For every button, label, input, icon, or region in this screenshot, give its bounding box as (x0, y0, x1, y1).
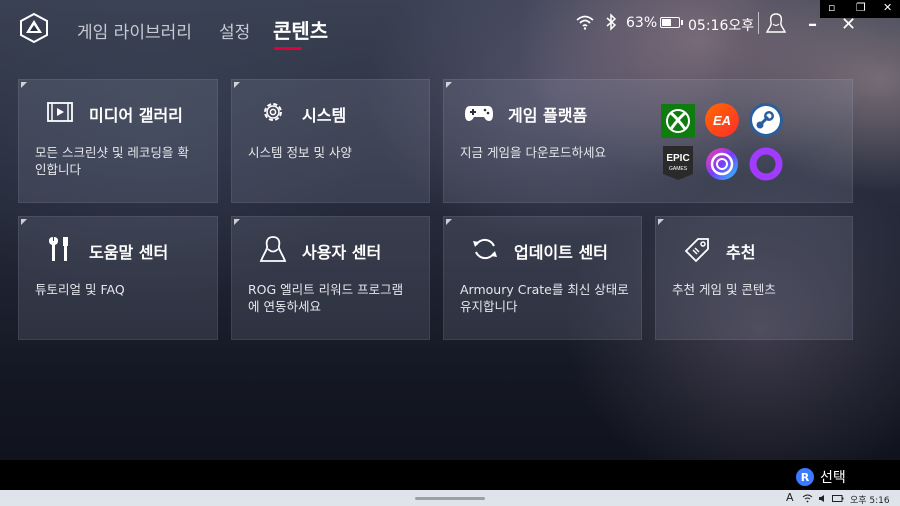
armoury-crate-logo[interactable] (18, 12, 50, 44)
user-center-icon (259, 236, 287, 262)
gamepad-icon (465, 106, 493, 121)
wifi-icon (576, 15, 594, 30)
bottom-hint-bar (0, 460, 900, 490)
small-close-button[interactable]: ✕ (883, 1, 892, 14)
active-tab-indicator (274, 47, 302, 50)
card-description: 튜토리얼 및 FAQ (35, 282, 125, 297)
xbox-icon[interactable] (661, 104, 695, 138)
tag-icon (684, 238, 709, 263)
epic-games-icon[interactable]: EPIC GAMES (661, 146, 695, 180)
svg-text:EA: EA (713, 113, 731, 128)
refresh-icon (473, 238, 497, 260)
ubisoft-icon[interactable] (705, 147, 739, 181)
user-avatar-icon[interactable] (765, 12, 787, 34)
card-title: 추천 (726, 243, 756, 262)
battery-icon (660, 17, 683, 28)
media-gallery-icon (47, 102, 73, 122)
select-label: 선택 (820, 470, 846, 486)
card-title: 도움말 센터 (89, 243, 169, 262)
taskbar-wifi-icon[interactable] (802, 494, 813, 503)
card-description: 지금 게임을 다운로드하세요 (460, 145, 606, 160)
small-restore-button[interactable]: ❐ (856, 1, 866, 14)
card-corner (446, 82, 452, 88)
steam-icon[interactable] (749, 103, 783, 137)
card-title: 업데이트 센터 (514, 243, 608, 262)
gear-icon (264, 103, 282, 121)
top-bar: 게임 라이브러리 설정 콘텐츠 63% 05:16오후 – ✕ (0, 0, 900, 62)
tab-content[interactable]: 콘텐츠 (273, 15, 328, 44)
card-title: 사용자 센터 (302, 243, 382, 262)
select-hint[interactable]: R 선택 (796, 467, 846, 487)
card-description: 추천 게임 및 콘텐츠 (672, 282, 776, 297)
card-title: 미디어 갤러리 (89, 106, 183, 125)
ime-indicator[interactable]: A (786, 491, 794, 504)
taskbar-volume-icon[interactable] (818, 494, 828, 503)
gesture-handle[interactable] (415, 497, 485, 500)
card-system[interactable]: 시스템 시스템 정보 및 사양 (231, 79, 430, 203)
card-recommended[interactable]: 추천 추천 게임 및 콘텐츠 (655, 216, 853, 340)
card-game-platforms[interactable]: 게임 플랫폼 지금 게임을 다운로드하세요 EA EPIC GAMES (443, 79, 853, 203)
ea-icon[interactable]: EA (705, 103, 739, 137)
tools-icon (49, 237, 68, 261)
card-description: 시스템 정보 및 사양 (248, 145, 352, 160)
card-title: 시스템 (302, 106, 347, 125)
card-help-center[interactable]: 도움말 센터 튜토리얼 및 FAQ (18, 216, 218, 340)
svg-text:EPIC: EPIC (666, 153, 689, 164)
card-title: 게임 플랫폼 (508, 106, 588, 125)
window-controls-strip: ▫ ❐ ✕ (820, 0, 900, 18)
card-corner (658, 219, 664, 225)
card-corner (446, 219, 452, 225)
taskbar-battery-icon[interactable] (832, 494, 844, 503)
clock: 05:16오후 (688, 18, 755, 34)
card-user-center[interactable]: 사용자 센터 ROG 엘리트 리워드 프로그램 에 연동하세요 (231, 216, 430, 340)
card-description: 모든 스크린샷 및 레코딩을 확 인합니다 (35, 145, 189, 177)
card-corner (21, 219, 27, 225)
card-update-center[interactable]: 업데이트 센터 Armoury Crate를 최신 상태로 유지합니다 (443, 216, 642, 340)
card-corner (21, 82, 27, 88)
r-button-icon: R (796, 468, 814, 486)
card-description: ROG 엘리트 리워드 프로그램 에 연동하세요 (248, 282, 404, 314)
tab-settings[interactable]: 설정 (219, 18, 250, 43)
minimize-button[interactable]: – (808, 14, 817, 35)
svg-text:GAMES: GAMES (669, 166, 688, 172)
bluetooth-icon (606, 13, 617, 31)
tab-game-library[interactable]: 게임 라이브러리 (77, 18, 192, 43)
taskbar-clock[interactable]: 오후 5:16 (850, 493, 890, 506)
card-description: Armoury Crate를 최신 상태로 유지합니다 (460, 282, 629, 314)
gog-icon[interactable] (749, 147, 783, 181)
battery-percent: 63% (626, 15, 658, 31)
small-minimize-button[interactable]: ▫ (828, 1, 835, 14)
card-corner (234, 82, 240, 88)
card-corner (234, 219, 240, 225)
divider (758, 12, 759, 34)
card-media-gallery[interactable]: 미디어 갤러리 모든 스크린샷 및 레코딩을 확 인합니다 (18, 79, 218, 203)
